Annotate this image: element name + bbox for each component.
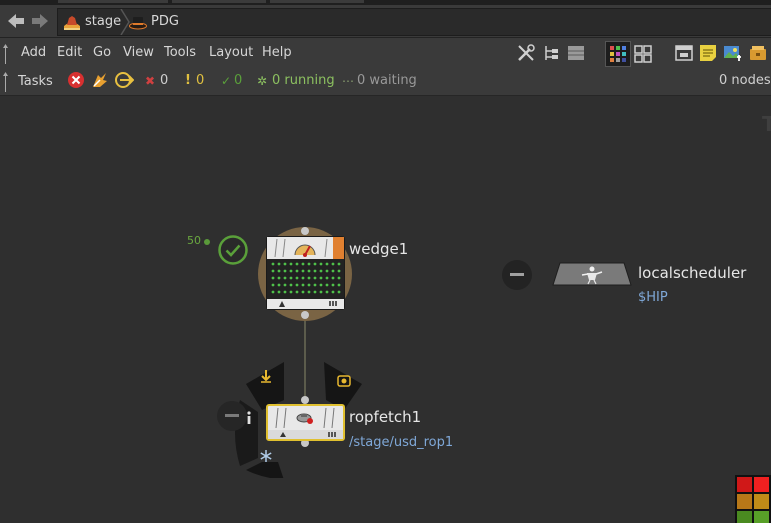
asset-library-icon[interactable] [748,43,768,63]
minus-icon [510,273,524,276]
network-type-watermark: T [762,112,771,136]
network-canvas[interactable]: T 50 wedge1 localscheduler $HIP ropfetch… [0,96,771,523]
sticky-note-icon[interactable] [698,43,718,63]
ring-segment-bottom-left[interactable] [246,462,284,478]
menu-edit[interactable]: Edit [57,38,82,68]
dirty-tasks-icon[interactable] [91,71,109,89]
menu-go[interactable]: Go [93,38,111,68]
scheduler-working-dir: $HIP [638,290,668,305]
wedge-output-connector[interactable] [301,311,309,319]
minus-icon [225,414,239,417]
warning-count: 0 [196,73,205,88]
menu-add[interactable]: Add [21,38,46,68]
forward-arrow-icon[interactable] [30,11,50,31]
ropfetch-node[interactable] [266,404,345,441]
waiting-count: 0 waiting [357,73,417,88]
freeze-snowflake-icon[interactable] [259,448,273,462]
color-palette-icon[interactable] [605,41,631,67]
workitem-dot [204,239,210,245]
menu-bar: Add Edit Go View Tools Layout Help [0,38,771,69]
wedge-workitem-count: 50 [187,234,201,247]
breadcrumb-stage[interactable]: stage [85,9,121,35]
back-arrow-icon[interactable] [6,11,26,31]
running-count: 0 running [272,73,335,88]
stage-icon [63,13,81,31]
generate-arrow-icon[interactable] [259,368,273,383]
failed-x-icon: ✖ [145,74,156,88]
running-spinner-icon: ✲ [257,74,268,88]
pane-handle-icon[interactable] [2,42,9,64]
top-hat-icon [129,14,147,30]
ropfetch-node-name[interactable]: ropfetch1 [349,408,421,426]
menu-help[interactable]: Help [262,38,292,68]
failed-count: 0 [160,73,169,88]
scheduler-node-name[interactable]: localscheduler [638,264,746,282]
warning-icon: ! [185,73,191,88]
cancel-cook-icon[interactable] [67,71,85,89]
breadcrumb: stage PDG [57,8,771,36]
background-image-icon[interactable] [722,43,742,63]
list-view-icon[interactable] [566,43,586,63]
ropfetch-rop-path[interactable]: /stage/usd_rop1 [349,435,453,450]
network-box-icon[interactable] [674,43,694,63]
breadcrumb-pdg[interactable]: PDG [151,9,179,35]
pane-tab[interactable] [270,0,364,3]
network-overview-thumbnail[interactable] [735,475,771,523]
menu-layout[interactable]: Layout [209,38,253,68]
menu-view[interactable]: View [123,38,154,68]
tree-view-icon[interactable] [542,43,562,63]
pane-tab[interactable] [172,0,266,3]
tasks-bar: Tasks ✖ 0 ! 0 ✓ 0 ✲ 0 running ⋯ 0 waitin… [0,68,771,96]
waiting-dots-icon: ⋯ [342,74,354,88]
success-check-icon: ✓ [221,74,232,88]
pane-tab[interactable] [58,0,168,3]
scheduler-node[interactable] [552,262,632,286]
scheduler-node-body [552,262,632,286]
pane-handle-icon[interactable] [2,70,9,92]
wedge-node[interactable] [266,236,345,310]
shapes-palette-icon[interactable] [633,44,653,64]
nodes-summary: 0 nodes c [719,73,771,88]
cooked-status-icon[interactable] [218,235,248,265]
ropfetch-input-connector[interactable] [301,396,309,404]
menu-tools[interactable]: Tools [164,38,196,68]
path-bar: stage PDG [0,5,771,38]
info-icon[interactable] [244,410,254,426]
cook-output-icon[interactable] [114,71,135,89]
render-flipbook-icon[interactable] [337,372,351,387]
scheduler-bypass-button[interactable] [502,260,532,290]
tools-icon[interactable] [516,43,536,63]
wedge-input-connector[interactable] [301,227,309,235]
tasks-label: Tasks [18,74,53,89]
ropfetch-node-body [268,407,343,439]
wedge-node-body [267,237,344,309]
success-count: 0 [234,73,243,88]
wedge-node-name[interactable]: wedge1 [349,240,408,258]
